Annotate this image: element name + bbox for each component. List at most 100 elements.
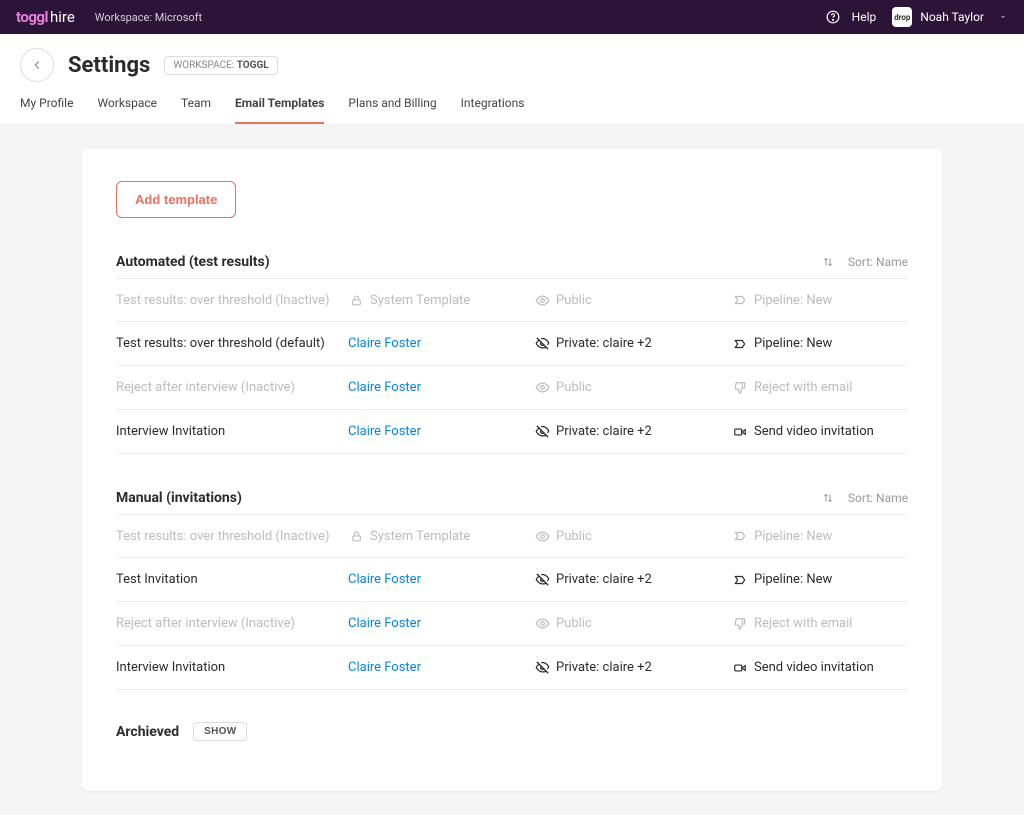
section-title: Automated (test results) [116, 254, 820, 270]
template-action: Pipeline: New [732, 572, 908, 587]
template-owner[interactable]: Claire Foster [348, 616, 534, 631]
action-label: Pipeline: New [754, 336, 832, 351]
owner-link[interactable]: Claire Foster [348, 572, 421, 587]
section-header: Manual (invitations) Sort: Name [116, 490, 908, 506]
tab-my-profile[interactable]: My Profile [20, 96, 73, 124]
video-icon [732, 425, 748, 439]
template-visibility: Private: claire +2 [534, 572, 732, 587]
template-name: Test results: over threshold (default) [116, 336, 348, 351]
sort-label: Sort: Name [848, 255, 908, 269]
template-owner[interactable]: Claire Foster [348, 660, 534, 675]
thumbs-down-icon [732, 381, 748, 395]
action-label: Reject with email [754, 616, 852, 631]
tab-plans-and-billing[interactable]: Plans and Billing [348, 96, 436, 124]
template-visibility: Private: claire +2 [534, 424, 732, 439]
template-action: Pipeline: New [732, 528, 908, 543]
eye-off-icon [534, 336, 550, 351]
template-name: Reject after interview (Inactive) [116, 380, 348, 395]
eye-icon [534, 380, 550, 395]
action-label: Pipeline: New [754, 572, 832, 587]
template-row[interactable]: Reject after interview (Inactive)Claire … [116, 602, 908, 646]
tab-integrations[interactable]: Integrations [461, 96, 525, 124]
tabs: My Profile Workspace Team Email Templates Pl… [20, 96, 1004, 124]
lock-icon [348, 294, 364, 307]
template-name: Test Invitation [116, 572, 348, 587]
avatar[interactable]: drop [892, 7, 912, 27]
visibility-label: Public [556, 380, 592, 395]
template-row[interactable]: Test InvitationClaire Foster Private: cla… [116, 558, 908, 602]
template-action: Pipeline: New [732, 292, 908, 307]
section-header: Automated (test results) Sort: Name [116, 254, 908, 270]
template-name: Test results: over threshold (Inactive) [116, 293, 348, 308]
workspace-name: TOGGL [237, 60, 269, 71]
pipeline-icon [732, 293, 748, 307]
back-button[interactable] [20, 48, 54, 82]
help-icon [825, 10, 841, 24]
tab-workspace[interactable]: Workspace [97, 96, 157, 124]
template-action: Send video invitation [732, 660, 908, 675]
template-visibility: Public [534, 616, 732, 631]
help-label: Help [852, 10, 877, 24]
owner-link[interactable]: Claire Foster [348, 660, 421, 675]
logo[interactable]: toggl hire [16, 8, 75, 26]
owner-label: System Template [370, 293, 470, 308]
template-owner: System Template [348, 528, 534, 543]
owner-link[interactable]: Claire Foster [348, 336, 421, 351]
page-header: Settings WORKSPACE: TOGGL My Profile Work… [0, 34, 1024, 125]
add-template-button[interactable]: Add template [116, 181, 236, 218]
template-name: Interview Invitation [116, 424, 348, 439]
template-row[interactable]: Test results: over threshold (default)Cl… [116, 322, 908, 366]
template-row[interactable]: Interview InvitationClaire FosterPrivate… [116, 646, 908, 690]
template-owner[interactable]: Claire Foster [348, 380, 534, 395]
tab-team[interactable]: Team [181, 96, 211, 124]
owner-link[interactable]: Claire Foster [348, 380, 421, 395]
logo-toggl: toggl [16, 8, 48, 26]
template-action: Send video invitation [732, 424, 908, 439]
owner-link[interactable]: Claire Foster [348, 424, 421, 439]
template-visibility: Public [534, 528, 732, 543]
pipeline-icon [732, 337, 748, 351]
template-visibility: Private: claire +2 [534, 660, 732, 675]
template-owner[interactable]: Claire Foster [348, 336, 534, 351]
template-row[interactable]: Reject after interview (Inactive)Claire … [116, 366, 908, 410]
show-archived-button[interactable]: SHOW [193, 722, 247, 741]
template-row[interactable]: Test results: over threshold (Inactive)S… [116, 514, 908, 558]
action-label: Send video invitation [754, 424, 874, 439]
template-visibility: Public [534, 380, 732, 395]
workspace-prefix: WORKSPACE: [173, 60, 234, 71]
page-title: Settings [68, 53, 150, 78]
template-row[interactable]: Test results: over threshold (Inactive) S… [116, 278, 908, 322]
workspace-label: Workspace: Microsoft [95, 11, 202, 24]
sort-button[interactable]: Sort: Name [820, 491, 908, 505]
visibility-label: Public [556, 616, 592, 631]
template-name: Test results: over threshold (Inactive) [116, 529, 348, 544]
user-name[interactable]: Noah Taylor [920, 10, 984, 24]
owner-link[interactable]: Claire Foster [348, 616, 421, 631]
content-area: Add template Automated (test results) Sor… [0, 125, 1024, 815]
section-title: Manual (invitations) [116, 490, 820, 506]
action-label: Send video invitation [754, 660, 874, 675]
tab-email-templates[interactable]: Email Templates [235, 96, 324, 124]
template-action: Reject with email [732, 380, 908, 395]
pipeline-icon [732, 573, 748, 587]
action-label: Reject with email [754, 380, 852, 395]
templates-card: Add template Automated (test results) Sor… [82, 149, 942, 791]
top-bar: toggl hire Workspace: Microsoft Help dro… [0, 0, 1024, 34]
video-icon [732, 661, 748, 675]
template-owner[interactable]: Claire Foster [348, 572, 534, 587]
sort-label: Sort: Name [848, 491, 908, 505]
help-button[interactable]: Help [825, 10, 877, 24]
archived-section: Archieved SHOW [116, 722, 908, 741]
visibility-label: Public [556, 293, 592, 308]
archived-title: Archieved [116, 724, 179, 740]
template-action: Reject with email [732, 616, 908, 631]
eye-off-icon [534, 660, 550, 675]
action-label: Pipeline: New [754, 293, 832, 308]
visibility-label: Private: claire +2 [556, 572, 652, 587]
visibility-label: Private: claire +2 [556, 336, 652, 351]
template-owner[interactable]: Claire Foster [348, 424, 534, 439]
sort-button[interactable]: Sort: Name [820, 255, 908, 269]
visibility-label: Private: claire +2 [556, 660, 652, 675]
chevron-down-icon[interactable] [998, 12, 1008, 22]
template-row[interactable]: Interview InvitationClaire Foster Private… [116, 410, 908, 454]
